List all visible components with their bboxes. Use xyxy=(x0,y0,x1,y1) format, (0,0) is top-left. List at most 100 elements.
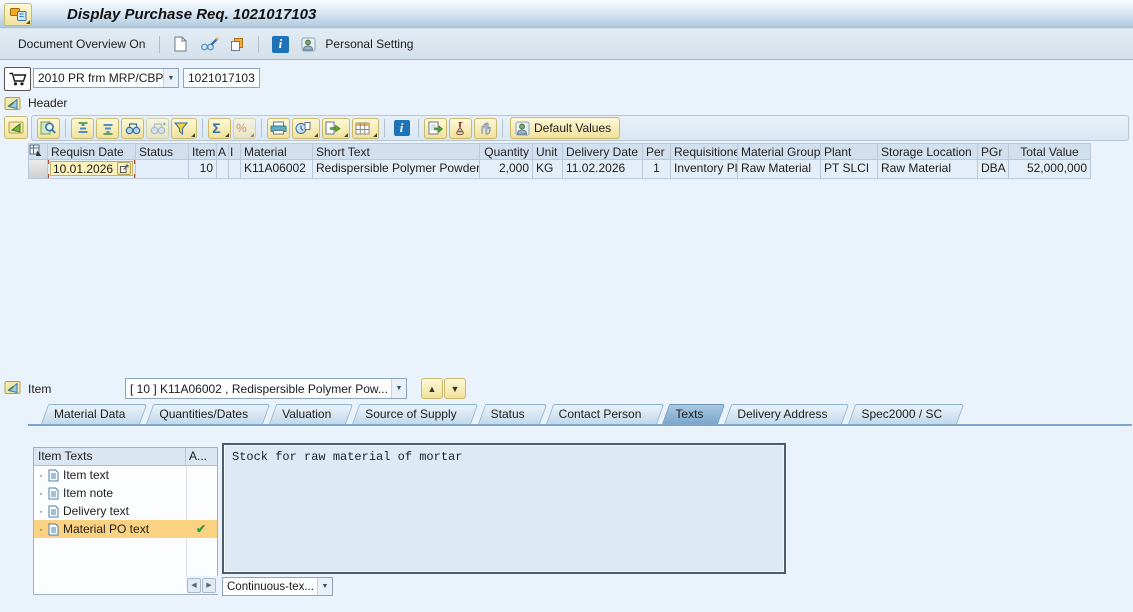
col-header-total-value[interactable]: Total Value xyxy=(1009,143,1091,160)
col-header-quantity[interactable]: Quantity xyxy=(480,143,533,160)
toolbar-separator xyxy=(202,119,203,137)
date-picker-button[interactable] xyxy=(117,162,131,175)
tab-material-data[interactable]: Material Data xyxy=(35,404,140,424)
document-type-select[interactable]: 2010 PR frm MRP/CBP ▼ xyxy=(33,68,179,88)
cell-material[interactable]: K11A06002 xyxy=(241,160,313,179)
help-details-button[interactable]: i xyxy=(390,118,413,139)
collapse-items-icon[interactable] xyxy=(4,116,28,139)
find-next-button[interactable] xyxy=(146,117,169,139)
scroll-right-button[interactable]: ▶ xyxy=(202,577,216,593)
cell-storage-location[interactable]: Raw Material xyxy=(878,160,978,179)
menu-corner-arrow xyxy=(373,132,377,137)
gui-services-button[interactable] xyxy=(4,3,32,26)
personal-setting-icon[interactable] xyxy=(297,33,319,55)
col-header-per[interactable]: Per xyxy=(643,143,671,160)
print-button[interactable] xyxy=(267,117,290,139)
cell-per[interactable]: 1 xyxy=(643,160,671,179)
hand-icon xyxy=(479,121,492,135)
cell-pgr[interactable]: DBA xyxy=(978,160,1009,179)
requisn-date-field[interactable]: 10.01.2026 xyxy=(50,161,133,176)
filter-button[interactable] xyxy=(171,117,197,139)
default-values-button[interactable]: Default Values xyxy=(510,117,621,139)
list-item-item-note[interactable]: · Item note xyxy=(34,484,217,502)
adopt-item-button[interactable] xyxy=(424,117,447,139)
toolbar-separator xyxy=(261,119,262,137)
next-item-button[interactable]: ▼ xyxy=(444,378,466,399)
col-header-requisitioner[interactable]: Requisitioner xyxy=(671,143,738,160)
table-settings-button[interactable] xyxy=(352,117,379,139)
col-header-i[interactable]: I xyxy=(229,143,241,160)
check-item-button[interactable] xyxy=(449,117,472,139)
cell-plant[interactable]: PT SLCI xyxy=(821,160,878,179)
document-number-input[interactable]: 1021017103 xyxy=(183,68,260,88)
cell-requisn-date[interactable]: 10.01.2026 xyxy=(48,160,136,179)
col-header-a[interactable]: A xyxy=(217,143,229,160)
row-select-cell[interactable] xyxy=(28,160,48,179)
collapse-header-icon[interactable] xyxy=(4,95,24,112)
col-header-short-text[interactable]: Short Text xyxy=(313,143,480,160)
hold-button[interactable] xyxy=(474,117,497,139)
col-header-delivery-date[interactable]: Delivery Date xyxy=(563,143,643,160)
col-header-pgr[interactable]: PGr xyxy=(978,143,1009,160)
previous-item-button[interactable]: ▲ xyxy=(421,378,443,399)
views-icon xyxy=(295,121,311,135)
cell-a[interactable] xyxy=(217,160,229,179)
cell-status[interactable] xyxy=(136,160,189,179)
sap-display-purchase-req-window: { "titlebar": { "title": "Display Purcha… xyxy=(0,0,1133,612)
cell-delivery-date[interactable]: 11.02.2026 xyxy=(563,160,643,179)
cell-requisitioner[interactable]: Inventory Pl xyxy=(671,160,738,179)
item-select[interactable]: [ 10 ] K11A06002 , Redispersible Polymer… xyxy=(125,378,407,399)
subtotal-button[interactable]: % xyxy=(233,117,256,139)
title-bar: Display Purchase Req. 1021017103 xyxy=(0,0,1133,29)
text-format-select[interactable]: Continuous-tex... ▼ xyxy=(222,577,333,596)
sort-descending-button[interactable] xyxy=(96,117,119,139)
cell-material-group[interactable]: Raw Material xyxy=(738,160,821,179)
sort-ascending-button[interactable] xyxy=(71,117,94,139)
col-header-material-group[interactable]: Material Group xyxy=(738,143,821,160)
col-header-item[interactable]: Item xyxy=(189,143,217,160)
export-button[interactable] xyxy=(322,117,350,139)
find-button[interactable] xyxy=(121,117,144,139)
col-header-unit[interactable]: Unit xyxy=(533,143,563,160)
tab-delivery-address[interactable]: Delivery Address xyxy=(718,404,842,424)
other-purchase-req-icon[interactable] xyxy=(226,33,248,55)
col-header-material[interactable]: Material xyxy=(241,143,313,160)
tab-texts[interactable]: Texts xyxy=(656,404,718,424)
tab-contact-person[interactable]: Contact Person xyxy=(540,404,657,424)
display-change-icon[interactable] xyxy=(198,33,220,55)
cell-item[interactable]: 10 xyxy=(189,160,217,179)
cell-unit[interactable]: KG xyxy=(533,160,563,179)
views-button[interactable] xyxy=(292,117,320,139)
list-item-delivery-text[interactable]: · Delivery text xyxy=(34,502,217,520)
col-header-requisn-date[interactable]: Requisn Date xyxy=(48,143,136,160)
info-icon[interactable]: i xyxy=(269,33,291,55)
cell-short-text[interactable]: Redispersible Polymer Powder xyxy=(313,160,480,179)
tab-valuation[interactable]: Valuation xyxy=(263,404,346,424)
chevron-down-icon[interactable]: ▼ xyxy=(317,578,332,595)
list-item-material-po-text[interactable]: · Material PO text ✔ xyxy=(34,520,217,538)
collapse-item-icon[interactable] xyxy=(4,379,24,396)
cell-total-value[interactable]: 52,000,000 xyxy=(1009,160,1091,179)
cursor-bracket xyxy=(130,174,135,178)
personal-setting-button[interactable]: Personal Setting xyxy=(321,35,417,53)
tab-status[interactable]: Status xyxy=(472,404,540,424)
tab-quantities-dates[interactable]: Quantities/Dates xyxy=(140,404,263,424)
col-header-plant[interactable]: Plant xyxy=(821,143,878,160)
col-header-status[interactable]: Status xyxy=(136,143,189,160)
chevron-down-icon[interactable]: ▼ xyxy=(163,69,178,87)
chevron-down-icon[interactable]: ▼ xyxy=(391,379,406,398)
text-editor-area[interactable]: Stock for raw material of mortar xyxy=(222,443,786,574)
details-search-button[interactable] xyxy=(37,117,60,139)
document-overview-button[interactable]: Document Overview On xyxy=(14,35,149,53)
toolbar-separator xyxy=(258,35,260,53)
sum-button[interactable]: Σ xyxy=(208,117,231,139)
col-header-storage-location[interactable]: Storage Location xyxy=(878,143,978,160)
scroll-left-button[interactable]: ◀ xyxy=(187,577,201,593)
tab-spec2000-sc[interactable]: Spec2000 / SC xyxy=(842,404,957,424)
list-item-item-text[interactable]: · Item text xyxy=(34,466,217,484)
select-all-cell[interactable] xyxy=(28,143,48,160)
cell-quantity[interactable]: 2,000 xyxy=(480,160,533,179)
tab-source-of-supply[interactable]: Source of Supply xyxy=(346,404,471,424)
cell-i[interactable] xyxy=(229,160,241,179)
create-document-icon[interactable] xyxy=(170,33,192,55)
